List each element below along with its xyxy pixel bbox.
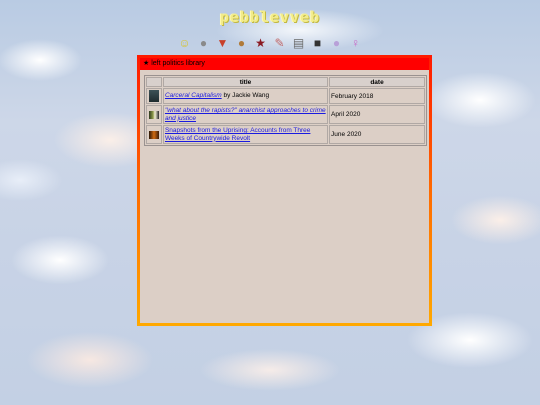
red-star-icon[interactable]: ★ (253, 35, 269, 51)
book-link[interactable]: Carceral Capitalism (165, 92, 222, 99)
date-cell: June 2020 (329, 125, 425, 144)
library-table: title date Carceral Capitalism by Jackie… (144, 75, 427, 146)
title-cell: "what about the rapists?" anarchist appr… (162, 105, 329, 124)
cover-cell (146, 105, 162, 124)
table-row: Carceral Capitalism by Jackie Wang Februa… (146, 88, 425, 104)
date-column-header: date (329, 77, 425, 87)
title-cell: Carceral Capitalism by Jackie Wang (162, 88, 329, 104)
book-cover-thumbnail[interactable] (148, 130, 159, 139)
pride-triangle-icon[interactable]: ▼ (215, 35, 231, 51)
notebook-icon[interactable]: ▤ (291, 35, 307, 51)
pencil-icon[interactable]: ✎ (272, 35, 288, 51)
title-cell: Snapshots from the Uprising: Accounts fr… (162, 125, 329, 144)
table-row: Snapshots from the Uprising: Accounts fr… (146, 125, 425, 144)
bubble-icon[interactable]: ● (329, 35, 345, 51)
star-icon: ★ (143, 60, 150, 67)
panel-title: left politics library (151, 60, 205, 67)
table-body: Carceral Capitalism by Jackie Wang Februa… (146, 88, 425, 144)
smiley-icon[interactable]: ☺ (177, 35, 193, 51)
book-link[interactable]: Snapshots from the Uprising: Accounts fr… (165, 127, 310, 142)
camera-icon[interactable]: ■ (310, 35, 326, 51)
book-cover-thumbnail[interactable] (148, 90, 159, 102)
library-panel: ★ left politics library title date Carce… (137, 55, 432, 326)
female-symbol-icon[interactable]: ♀ (348, 35, 364, 51)
table-row: "what about the rapists?" anarchist appr… (146, 105, 425, 124)
title-column-header: title (162, 77, 329, 87)
panel-header: ★ left politics library (140, 58, 429, 70)
book-author: by Jackie Wang (221, 92, 270, 100)
book-cover-thumbnail[interactable] (148, 110, 159, 119)
palette-icon[interactable]: ● (234, 35, 250, 51)
book-link[interactable]: "what about the rapists?" anarchist appr… (165, 107, 326, 122)
cover-cell (146, 88, 162, 104)
cover-column-header (146, 77, 162, 87)
table-header-row: title date (146, 77, 425, 87)
apple-icon[interactable]: ● (196, 35, 212, 51)
nav-icon-bar: ☺ ● ▼ ● ★ ✎ ▤ ■ ● ♀ (0, 34, 540, 52)
cover-cell (146, 125, 162, 144)
date-cell: February 2018 (329, 88, 425, 104)
site-title: pebblevveb (219, 8, 321, 26)
date-cell: April 2020 (329, 105, 425, 124)
